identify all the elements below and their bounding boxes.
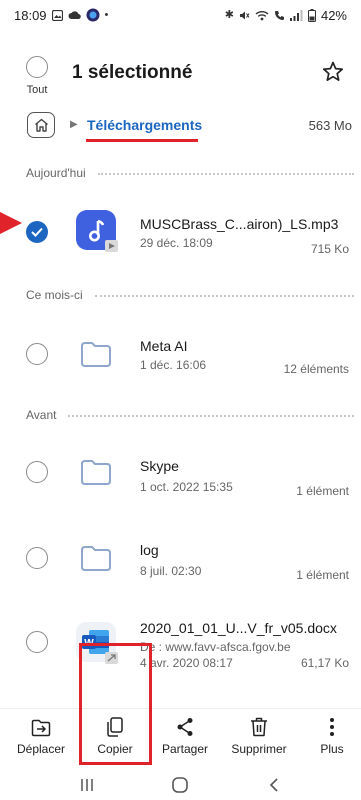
annotation-underline xyxy=(86,139,198,142)
battery-level: 42% xyxy=(320,7,347,23)
bluetooth-icon: ✱ xyxy=(224,9,234,21)
file-size: 61,17 Ko xyxy=(300,656,349,670)
more-button[interactable]: Plus xyxy=(297,709,361,756)
list-item[interactable]: MUSCBrass_C...airon)_LS.mp3 29 déc. 18:0… xyxy=(0,194,361,270)
folder-size: 563 Mo xyxy=(308,118,352,133)
recent-apps-icon xyxy=(81,779,93,791)
home-nav-button[interactable] xyxy=(165,775,195,795)
delete-label: Supprimer xyxy=(231,742,287,756)
wifi-icon xyxy=(255,10,269,20)
more-label: Plus xyxy=(320,742,344,756)
section-label-today: Aujourd'hui xyxy=(26,166,86,180)
list-item[interactable]: log 8 juil. 02:30 1 élément xyxy=(0,520,361,596)
back-icon xyxy=(270,778,278,792)
checkmark-icon xyxy=(31,227,43,237)
file-name: log xyxy=(140,542,159,558)
select-all-toggle[interactable]: Tout xyxy=(22,56,52,96)
file-date: 29 déc. 18:09 xyxy=(140,236,213,250)
trash-icon xyxy=(251,717,267,737)
music-file-icon xyxy=(76,210,118,252)
file-source: De : www.favv-afsca.fgov.be xyxy=(140,640,291,654)
clock: 18:09 xyxy=(14,7,47,23)
item-count: 1 élément xyxy=(296,568,349,582)
share-label: Partager xyxy=(161,742,209,756)
file-date: 8 juil. 02:30 xyxy=(140,564,202,578)
mute-icon xyxy=(239,11,250,19)
home-icon xyxy=(34,118,48,132)
file-name: MUSCBrass_C...airon)_LS.mp3 xyxy=(140,216,339,232)
share-button[interactable]: Partager xyxy=(150,709,220,756)
section-header-this-month: Ce mois-ci xyxy=(26,288,354,302)
list-item[interactable]: Skype 1 oct. 2022 15:35 1 élément xyxy=(0,434,361,510)
recent-apps-button[interactable] xyxy=(72,775,102,795)
file-name: Meta AI xyxy=(140,338,188,354)
call-icon xyxy=(274,10,284,20)
path-separator-icon: ▶ xyxy=(70,119,78,130)
more-options-icon xyxy=(330,718,334,736)
file-name: 2020_01_01_U...V_fr_v05.docx xyxy=(140,620,337,636)
select-all-label: Tout xyxy=(26,84,48,96)
app-notification-icon xyxy=(86,8,100,22)
item-checkbox[interactable] xyxy=(26,461,48,483)
share-icon xyxy=(177,718,193,736)
gallery-notification-icon xyxy=(51,9,63,21)
file-name: Skype xyxy=(140,458,179,474)
move-label: Déplacer xyxy=(16,742,66,756)
section-divider xyxy=(68,415,354,417)
system-navigation-bar xyxy=(0,770,361,800)
selection-count-title: 1 sélectionné xyxy=(72,62,193,83)
folder-icon xyxy=(81,460,111,485)
status-bar: 18:09 • ✱ 42% xyxy=(0,0,361,30)
status-left: 18:09 • xyxy=(14,8,108,23)
move-icon xyxy=(31,719,51,737)
file-date: 1 oct. 2022 15:35 xyxy=(140,480,233,494)
file-size: 715 Ko xyxy=(310,242,349,256)
cloud-notification-icon xyxy=(68,11,81,20)
item-checkbox[interactable] xyxy=(26,631,48,653)
more-notifications-icon: • xyxy=(104,9,109,21)
item-checkbox[interactable] xyxy=(26,343,48,365)
section-header-before: Avant xyxy=(26,408,354,422)
item-checkbox[interactable] xyxy=(26,547,48,569)
section-divider xyxy=(97,173,354,175)
item-checkbox-checked[interactable] xyxy=(26,221,48,243)
current-folder-breadcrumb[interactable]: Téléchargements xyxy=(87,117,202,133)
section-label-this-month: Ce mois-ci xyxy=(26,288,83,302)
item-count: 12 éléments xyxy=(283,362,349,376)
battery-icon xyxy=(307,8,316,22)
list-item[interactable]: W 2020_01_01_U...V_fr_v05.docx De : www.… xyxy=(0,606,361,682)
section-divider xyxy=(94,295,354,297)
section-header-today: Aujourd'hui xyxy=(26,166,354,180)
annotation-highlight-box xyxy=(79,643,152,765)
selection-header: Tout 1 sélectionné xyxy=(0,52,361,100)
item-count: 1 élément xyxy=(296,484,349,498)
home-button[interactable] xyxy=(27,112,55,138)
back-button[interactable] xyxy=(259,775,289,795)
file-date: 1 déc. 16:06 xyxy=(140,358,207,372)
status-right: ✱ 42% xyxy=(225,8,347,23)
bottom-action-bar: Déplacer Copier Partager Supprimer Plus xyxy=(0,708,361,764)
list-item[interactable]: Meta AI 1 déc. 16:06 12 éléments xyxy=(0,316,361,392)
delete-button[interactable]: Supprimer xyxy=(224,709,294,756)
file-date: 4 avr. 2020 08:17 xyxy=(140,656,233,670)
signal-icon xyxy=(289,9,303,21)
section-label-before: Avant xyxy=(26,408,57,422)
move-button[interactable]: Déplacer xyxy=(6,709,76,756)
folder-icon xyxy=(81,546,111,571)
favorite-star-icon[interactable] xyxy=(321,60,345,84)
home-nav-icon xyxy=(172,777,189,793)
path-bar: ▶ Téléchargements 563 Mo xyxy=(0,112,361,142)
select-all-checkbox[interactable] xyxy=(26,56,48,78)
folder-icon xyxy=(81,342,111,367)
